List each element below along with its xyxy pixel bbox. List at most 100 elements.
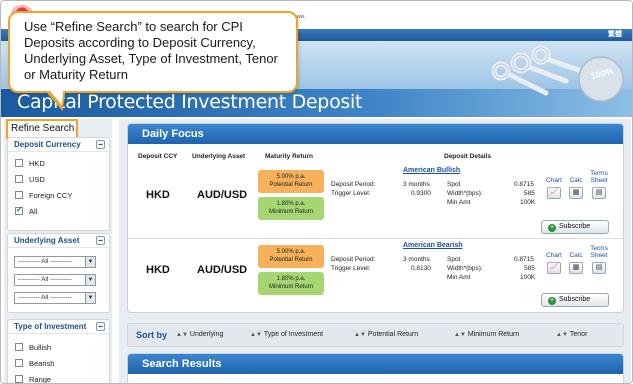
sort-arrows-icon: ▲▼ (176, 332, 188, 338)
width-value: 585 (524, 190, 535, 197)
type-of-investment-heading: Type of Investment − (8, 320, 109, 334)
sort-item-label: Potential Return (367, 331, 419, 338)
document-icon[interactable]: ▤ (592, 187, 606, 199)
collapse-icon[interactable]: − (96, 236, 105, 245)
minimum-rate: 1.80% p.a. (276, 276, 306, 282)
potential-return-badge: 5.00% p.a. Potential Return (258, 170, 324, 193)
checkbox[interactable] (15, 175, 23, 183)
currency-option-all[interactable]: All (8, 203, 109, 219)
trigger-level-label: Trigger Level: (331, 265, 371, 272)
currency-option-label: All (29, 206, 38, 216)
chart-icon[interactable]: 📈 (547, 262, 561, 274)
sort-arrows-icon: ▲▼ (454, 332, 466, 338)
deposit-period-value: 3 months (403, 181, 430, 188)
language-link[interactable]: 繁體 (608, 29, 622, 39)
daily-focus-heading: Daily Focus (128, 124, 623, 144)
deposit-currency-panel: Deposit Currency − HKD USD Foreign CCY A… (7, 137, 110, 231)
currency-option-foreign[interactable]: Foreign CCY (8, 187, 109, 203)
calculator-icon[interactable]: ▦ (569, 187, 583, 199)
checkbox[interactable] (15, 159, 23, 167)
sort-item-label: Underlying (189, 331, 224, 338)
chevron-down-icon[interactable]: ▼ (85, 257, 95, 267)
sort-arrows-icon: ▲▼ (354, 332, 366, 338)
sort-underlying[interactable]: ▲▼ Underlying (176, 331, 223, 338)
currency-option-label: USD (29, 174, 45, 184)
product-link[interactable]: American Bearish (403, 242, 463, 249)
underlying-asset-heading: Underlying Asset − (8, 234, 109, 248)
deposit-ccy: HKD (146, 189, 170, 201)
chart-icon[interactable]: 📈 (547, 187, 561, 199)
sort-arrows-icon: ▲▼ (250, 332, 262, 338)
checkbox[interactable] (15, 191, 23, 199)
potential-return-badge: 5.00% p.a. Potential Return (258, 245, 324, 268)
sheet-label: Sheet (590, 177, 608, 184)
asset-select-row: ---------- All ---------- ▼ (8, 271, 109, 289)
sort-tenor[interactable]: ▲▼ Tenor (556, 331, 587, 338)
col-underlying-asset: Underlying Asset (192, 153, 246, 160)
refine-sidebar: Refine Search Deposit Currency − HKD USD… (4, 119, 112, 383)
deposit-ccy: HKD (146, 264, 170, 276)
deposit-period-value: 3 months (403, 256, 430, 263)
trigger-level-value: 0.9300 (411, 190, 431, 197)
spot-label: Spot (447, 256, 461, 263)
investment-option-label: Bearish (29, 358, 55, 368)
sort-minimum-return[interactable]: ▲▼ Minimum Return (454, 331, 519, 338)
subscribe-button[interactable]: + Subscribe (541, 293, 609, 307)
potential-rate: 5.00% p.a. (276, 249, 306, 255)
plus-icon: + (548, 297, 556, 305)
page-frame: ww. 繁體 Capital Protected Investment Depo… (0, 0, 633, 384)
document-icon[interactable]: ▤ (592, 262, 606, 274)
terms-sheet-label: Terms Sheet (588, 170, 610, 184)
terms-label: Terms (590, 170, 608, 177)
checkbox-checked[interactable] (15, 205, 23, 215)
currency-option-label: HKD (29, 158, 45, 168)
table-row: HKD AUD/USD 5.00% p.a. Potential Return 1… (128, 238, 623, 310)
refine-search-title: Refine Search (6, 119, 78, 139)
collapse-icon[interactable]: − (96, 322, 105, 331)
deposit-currency-heading: Deposit Currency − (8, 138, 109, 152)
width-label: Width*(bps): (447, 190, 483, 197)
asset-select-row: ---------- All ---------- ▼ (8, 289, 109, 307)
keys-icon: 100% (491, 45, 624, 102)
checkbox[interactable] (15, 375, 23, 383)
search-results-section: Search Results (127, 353, 624, 383)
asset-select-row: ---------- All ---------- ▼ (8, 253, 109, 271)
investment-option-label: Bullish (29, 342, 52, 352)
investment-option-range[interactable]: Range (8, 371, 109, 383)
select-value: ---------- All ---------- (18, 258, 72, 265)
chevron-down-icon[interactable]: ▼ (85, 293, 95, 303)
min-amt-value: 100K (520, 199, 536, 206)
product-link[interactable]: American Bullish (403, 167, 460, 174)
underlying-asset: AUD/USD (197, 264, 248, 276)
sort-item-label: Tenor (569, 331, 588, 338)
min-amt-value: 100K (520, 274, 536, 281)
sort-type-of-investment[interactable]: ▲▼ Type of Investment (250, 331, 323, 338)
asset-select-3[interactable]: ---------- All ---------- ▼ (14, 292, 96, 304)
callout-text: Use “Refine Search” to search for CPI De… (24, 19, 278, 82)
deposit-period-label: Deposit Period: (331, 181, 376, 188)
sort-by-label: Sort by (136, 330, 168, 340)
subscribe-button[interactable]: + Subscribe (541, 220, 609, 234)
checkbox[interactable] (15, 359, 23, 367)
calculator-icon[interactable]: ▦ (569, 262, 583, 274)
collapse-icon[interactable]: − (96, 140, 105, 149)
currency-option-usd[interactable]: USD (8, 171, 109, 187)
checkbox[interactable] (15, 343, 23, 351)
currency-option-hkd[interactable]: HKD (8, 155, 109, 171)
sort-potential-return[interactable]: ▲▼ Potential Return (354, 331, 418, 338)
asset-select-2[interactable]: ---------- All ---------- ▼ (14, 274, 96, 286)
trigger-level-label: Trigger Level: (331, 190, 371, 197)
calc-label: Calc (569, 177, 583, 184)
chevron-down-icon[interactable]: ▼ (85, 275, 95, 285)
plus-icon: + (548, 224, 556, 232)
asset-select-1[interactable]: ---------- All ---------- ▼ (14, 256, 96, 268)
investment-option-bullish[interactable]: Bullish (8, 339, 109, 355)
min-amt-label: Min Amt (447, 274, 471, 281)
minimum-return-badge: 1.80% p.a. Minimum Return (258, 272, 324, 295)
underlying-asset-heading-text: Underlying Asset (14, 236, 80, 245)
investment-option-bearish[interactable]: Bearish (8, 355, 109, 371)
terms-label: Terms (590, 245, 608, 252)
spot-label: Spot (447, 181, 461, 188)
main-content: Daily Focus Deposit CCY Underlying Asset… (119, 119, 631, 383)
type-of-investment-heading-text: Type of Investment (14, 322, 87, 331)
